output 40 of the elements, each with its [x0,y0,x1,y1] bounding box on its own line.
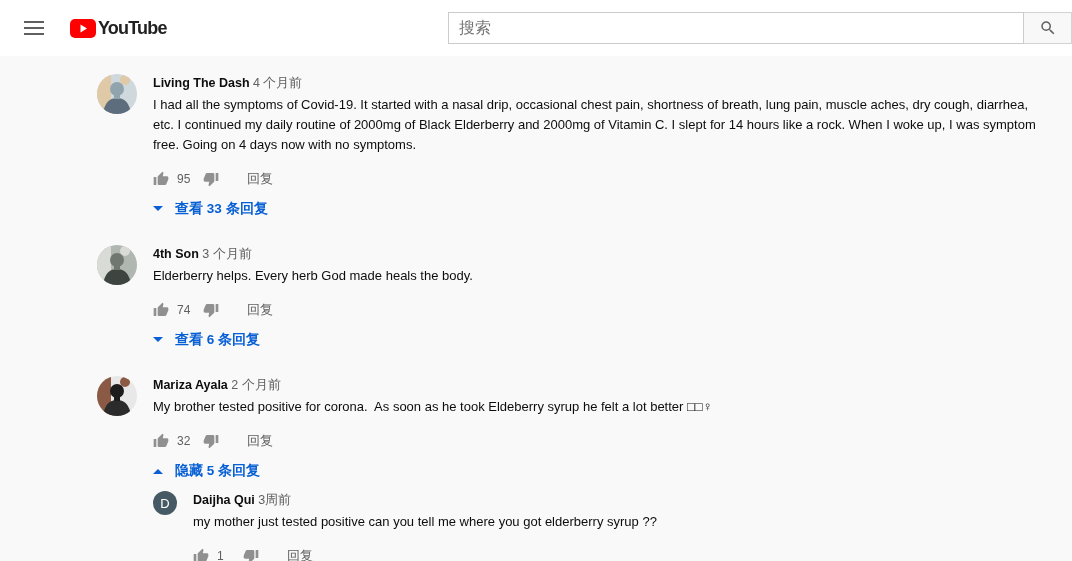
author-name[interactable]: 4th Son [153,247,199,261]
caret-icon[interactable] [153,206,163,212]
search-button[interactable] [1024,12,1072,44]
thumbs-down-icon[interactable] [203,433,219,449]
replies-toggle[interactable]: 隐藏 5 条回复 [153,459,260,483]
thumbs-down-icon[interactable] [243,548,259,561]
thumbs-up-icon[interactable] [193,548,209,561]
replies-toggle[interactable]: 查看 33 条回复 [153,197,268,221]
reply-button[interactable]: 回复 [239,170,281,188]
author-name[interactable]: Living The Dash [153,76,250,90]
caret-icon[interactable] [153,337,163,343]
avatar[interactable]: D [153,491,177,515]
author-name[interactable]: Mariza Ayala [153,378,228,392]
comment-time[interactable]: 4 个月前 [253,76,303,90]
reply-button[interactable]: 回复 [279,547,321,561]
thumbs-down-icon[interactable] [203,302,219,318]
comment-text: Elderberry helps. Every herb God made heals the body. [153,267,474,285]
like-count: 1 [217,549,225,561]
replies-toggle[interactable]: 查看 6 条回复 [153,328,260,352]
thumbs-up-icon[interactable] [153,171,169,187]
reply-button[interactable]: 回复 [239,432,281,450]
youtube-logo[interactable]: YouTube [70,17,167,39]
comment-time[interactable]: 3周前 [258,493,292,507]
thumbs-up-icon[interactable] [153,302,169,318]
comment-time[interactable]: 3 个月前 [202,247,252,261]
thumbs-up-icon[interactable] [153,433,169,449]
comment-text: my mother just tested positive can you tell me where you got elderberry syrup ?? [193,513,658,531]
comment-time[interactable]: 2 个月前 [231,378,281,392]
like-count: 74 [177,303,192,317]
like-count: 32 [177,434,192,448]
reply-button[interactable]: 回复 [239,301,281,319]
comment-text: My brother tested positive for corona. As soon as he took Eldeberry syrup he felt a lot better □□♀ [153,398,714,416]
thumbs-down-icon[interactable] [203,171,219,187]
author-name[interactable]: Daijha Qui [193,493,255,507]
caret-icon[interactable] [153,468,163,474]
like-count: 95 [177,172,192,186]
search-icon[interactable] [1038,19,1057,37]
search-field[interactable]: 搜索 [448,12,1024,44]
menu-icon[interactable] [24,20,44,36]
comment-text: I had all the symptoms of Covid-19. It started with a nasal drip, occasional chest pain, shortness of breath, lung pain, muscle aches, dry cough, diarrhea, etc. I continued my daily routine of 2000mg of Black Elderberry and 2000mg of Vitamin C. I slept for 14 hours like a rock. When I woke up, I was symptom free. Going on 4 days now with no symptoms. [153,96,1037,154]
